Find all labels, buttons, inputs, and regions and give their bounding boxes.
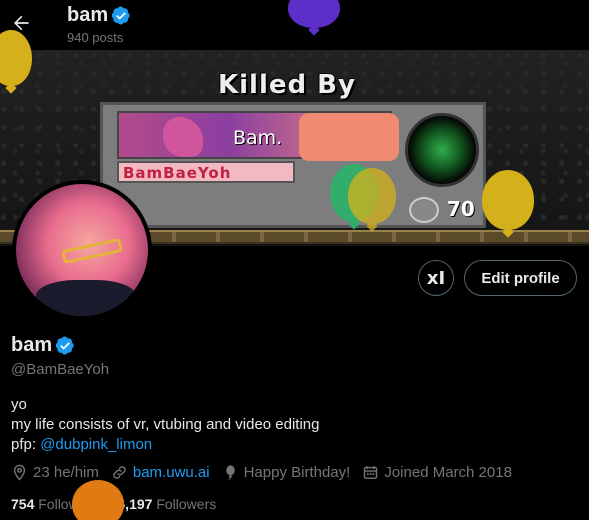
following-count: 754 [11,496,35,512]
followers-label: Followers [156,496,217,512]
followers-link[interactable]: 6,197 Followers [117,496,216,512]
kill-score: 70 [447,197,475,221]
profile-bio: yo my life consists of vr, vtubing and v… [11,395,320,455]
profile-meta: 23 he/him bam.uwu.ai Happy Birthday! Joi… [11,464,524,481]
meta-joined: Joined March 2018 [362,464,512,481]
verified-badge-icon [112,6,130,25]
avatar-glasses [61,237,123,265]
bio-pfp-prefix: pfp: [11,436,41,453]
birthday-text: Happy Birthday! [243,464,351,481]
balloon-icon [348,168,396,224]
killer-name: Bam. [233,127,283,149]
calendar-icon [364,466,378,479]
website-link[interactable]: bam.uwu.ai [133,464,210,481]
balloon-icon [482,170,534,230]
bio-line: my life consists of vr, vtubing and vide… [11,416,320,433]
profile-display-name: bam [11,334,53,356]
bio-line: pfp: @dubpink_limon [11,435,320,455]
hand-graphic [163,117,203,157]
header-title: bam [67,4,131,27]
profile-handle: @BamBaeYoh [11,361,110,378]
kill-card: Bam. BamBaeYoh 70 [100,102,486,228]
skull-icon [409,197,439,223]
banner-title: Killed By [218,70,356,100]
verified-badge-icon[interactable] [56,336,75,355]
victim-strip: BamBaeYoh [117,161,295,183]
balloon-icon [225,465,235,480]
joined-text: Joined March 2018 [384,464,512,481]
meta-location: 23 he/him [11,464,99,481]
bio-mention-link[interactable]: @dubpink_limon [40,436,152,453]
character-face-graphic [299,113,399,161]
location-text: 23 he/him [33,464,99,481]
header-name: bam [67,4,109,26]
edit-profile-button[interactable]: Edit profile [464,260,577,296]
kill-card-portrait: Bam. [117,111,399,161]
post-count: 940 posts [67,30,124,45]
bio-line: yo [11,396,27,413]
victim-name: BamBaeYoh [123,164,232,182]
location-icon [13,464,26,481]
grok-button[interactable]: xI [418,260,454,296]
avatar[interactable] [12,180,152,320]
explosion-orb-graphic [405,113,479,187]
avatar-shirt [36,280,136,316]
meta-website: bam.uwu.ai [111,464,210,481]
profile-name: bam [11,334,75,357]
link-icon [113,466,126,479]
meta-birthday: Happy Birthday! [222,464,351,481]
grok-icon: xI [426,267,446,289]
balloon-icon [72,480,124,520]
